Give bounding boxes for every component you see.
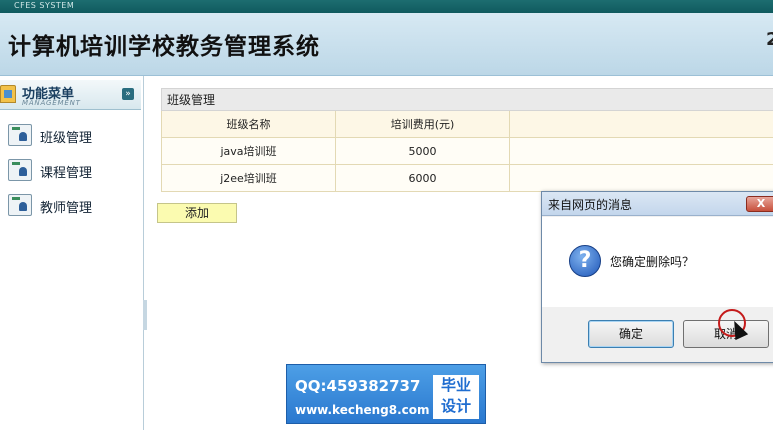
cell-class-fee: 5000 (335, 137, 510, 165)
sidebar-header: 功能菜单 MANAGEMENT » (0, 80, 141, 110)
sidebar: 功能菜单 MANAGEMENT » 班级管理 课程管理 教师管理 (0, 76, 144, 430)
dialog-title: 来自网页的消息 (548, 198, 633, 212)
sidebar-item-class[interactable]: 班级管理 (8, 124, 138, 146)
top-brand-bar: CFES SYSTEM (0, 0, 773, 13)
column-header-name: 班级名称 (161, 110, 336, 138)
watermark-badge: 毕业 设计 (433, 375, 479, 419)
sidebar-item-label[interactable]: 班级管理 (40, 127, 92, 146)
sidebar-item-label[interactable]: 课程管理 (40, 162, 92, 181)
sidebar-item-label[interactable]: 教师管理 (40, 197, 92, 216)
header-edge-text: 2 (766, 29, 773, 50)
cell-class-name: java培训班 (161, 137, 336, 165)
class-manage-icon (8, 124, 32, 146)
sidebar-item-course[interactable]: 课程管理 (8, 159, 138, 181)
ok-button[interactable]: 确定 (588, 320, 674, 348)
add-class-button[interactable]: 添加 (157, 203, 237, 223)
menu-home-icon (0, 85, 16, 103)
table-caption-row: 班级管理 (161, 88, 773, 111)
class-table: 班级管理 班级名称 培训费用(元) java培训班 5000 j2ee培训班 6… (161, 88, 773, 192)
question-icon: ? (569, 245, 601, 277)
watermark-banner: QQ:459382737 www.kecheng8.com 毕业 设计 (286, 364, 486, 424)
teacher-manage-icon (8, 194, 32, 216)
course-manage-icon (8, 159, 32, 181)
class-list-panel: 班级管理 班级名称 培训费用(元) java培训班 5000 j2ee培训班 6… (161, 88, 773, 192)
brand-label: CFES SYSTEM (14, 1, 75, 10)
table-row[interactable]: j2ee培训班 6000 (161, 164, 773, 192)
dialog-message: 您确定删除吗？ (610, 255, 695, 269)
double-chevron-down-icon[interactable]: » (122, 88, 134, 100)
sidebar-subtitle: MANAGEMENT (22, 99, 81, 107)
table-header-row: 班级名称 培训费用(元) (161, 110, 773, 138)
cell-actions (509, 164, 773, 192)
app-header: 计算机培训学校教务管理系统 2 (0, 13, 773, 76)
column-header-fee: 培训费用(元) (335, 110, 510, 138)
panel-caption: 班级管理 (161, 88, 773, 111)
sidebar-splitter-handle[interactable] (143, 300, 147, 330)
watermark-url: www.kecheng8.com (295, 403, 430, 417)
sidebar-item-teacher[interactable]: 教师管理 (8, 194, 138, 216)
column-header-empty (509, 110, 773, 138)
dialog-body: ? 您确定删除吗？ (542, 217, 773, 307)
watermark-badge-line1: 毕业 (440, 376, 471, 394)
page-title: 计算机培训学校教务管理系统 (8, 34, 320, 60)
close-icon[interactable]: X (746, 196, 773, 212)
cell-actions (509, 137, 773, 165)
watermark-badge-line2: 设计 (440, 397, 471, 415)
dialog-titlebar[interactable]: 来自网页的消息 X (542, 192, 773, 216)
cell-class-fee: 6000 (335, 164, 510, 192)
watermark-qq: QQ:459382737 (295, 377, 421, 395)
table-row[interactable]: java培训班 5000 (161, 137, 773, 165)
cell-class-name: j2ee培训班 (161, 164, 336, 192)
